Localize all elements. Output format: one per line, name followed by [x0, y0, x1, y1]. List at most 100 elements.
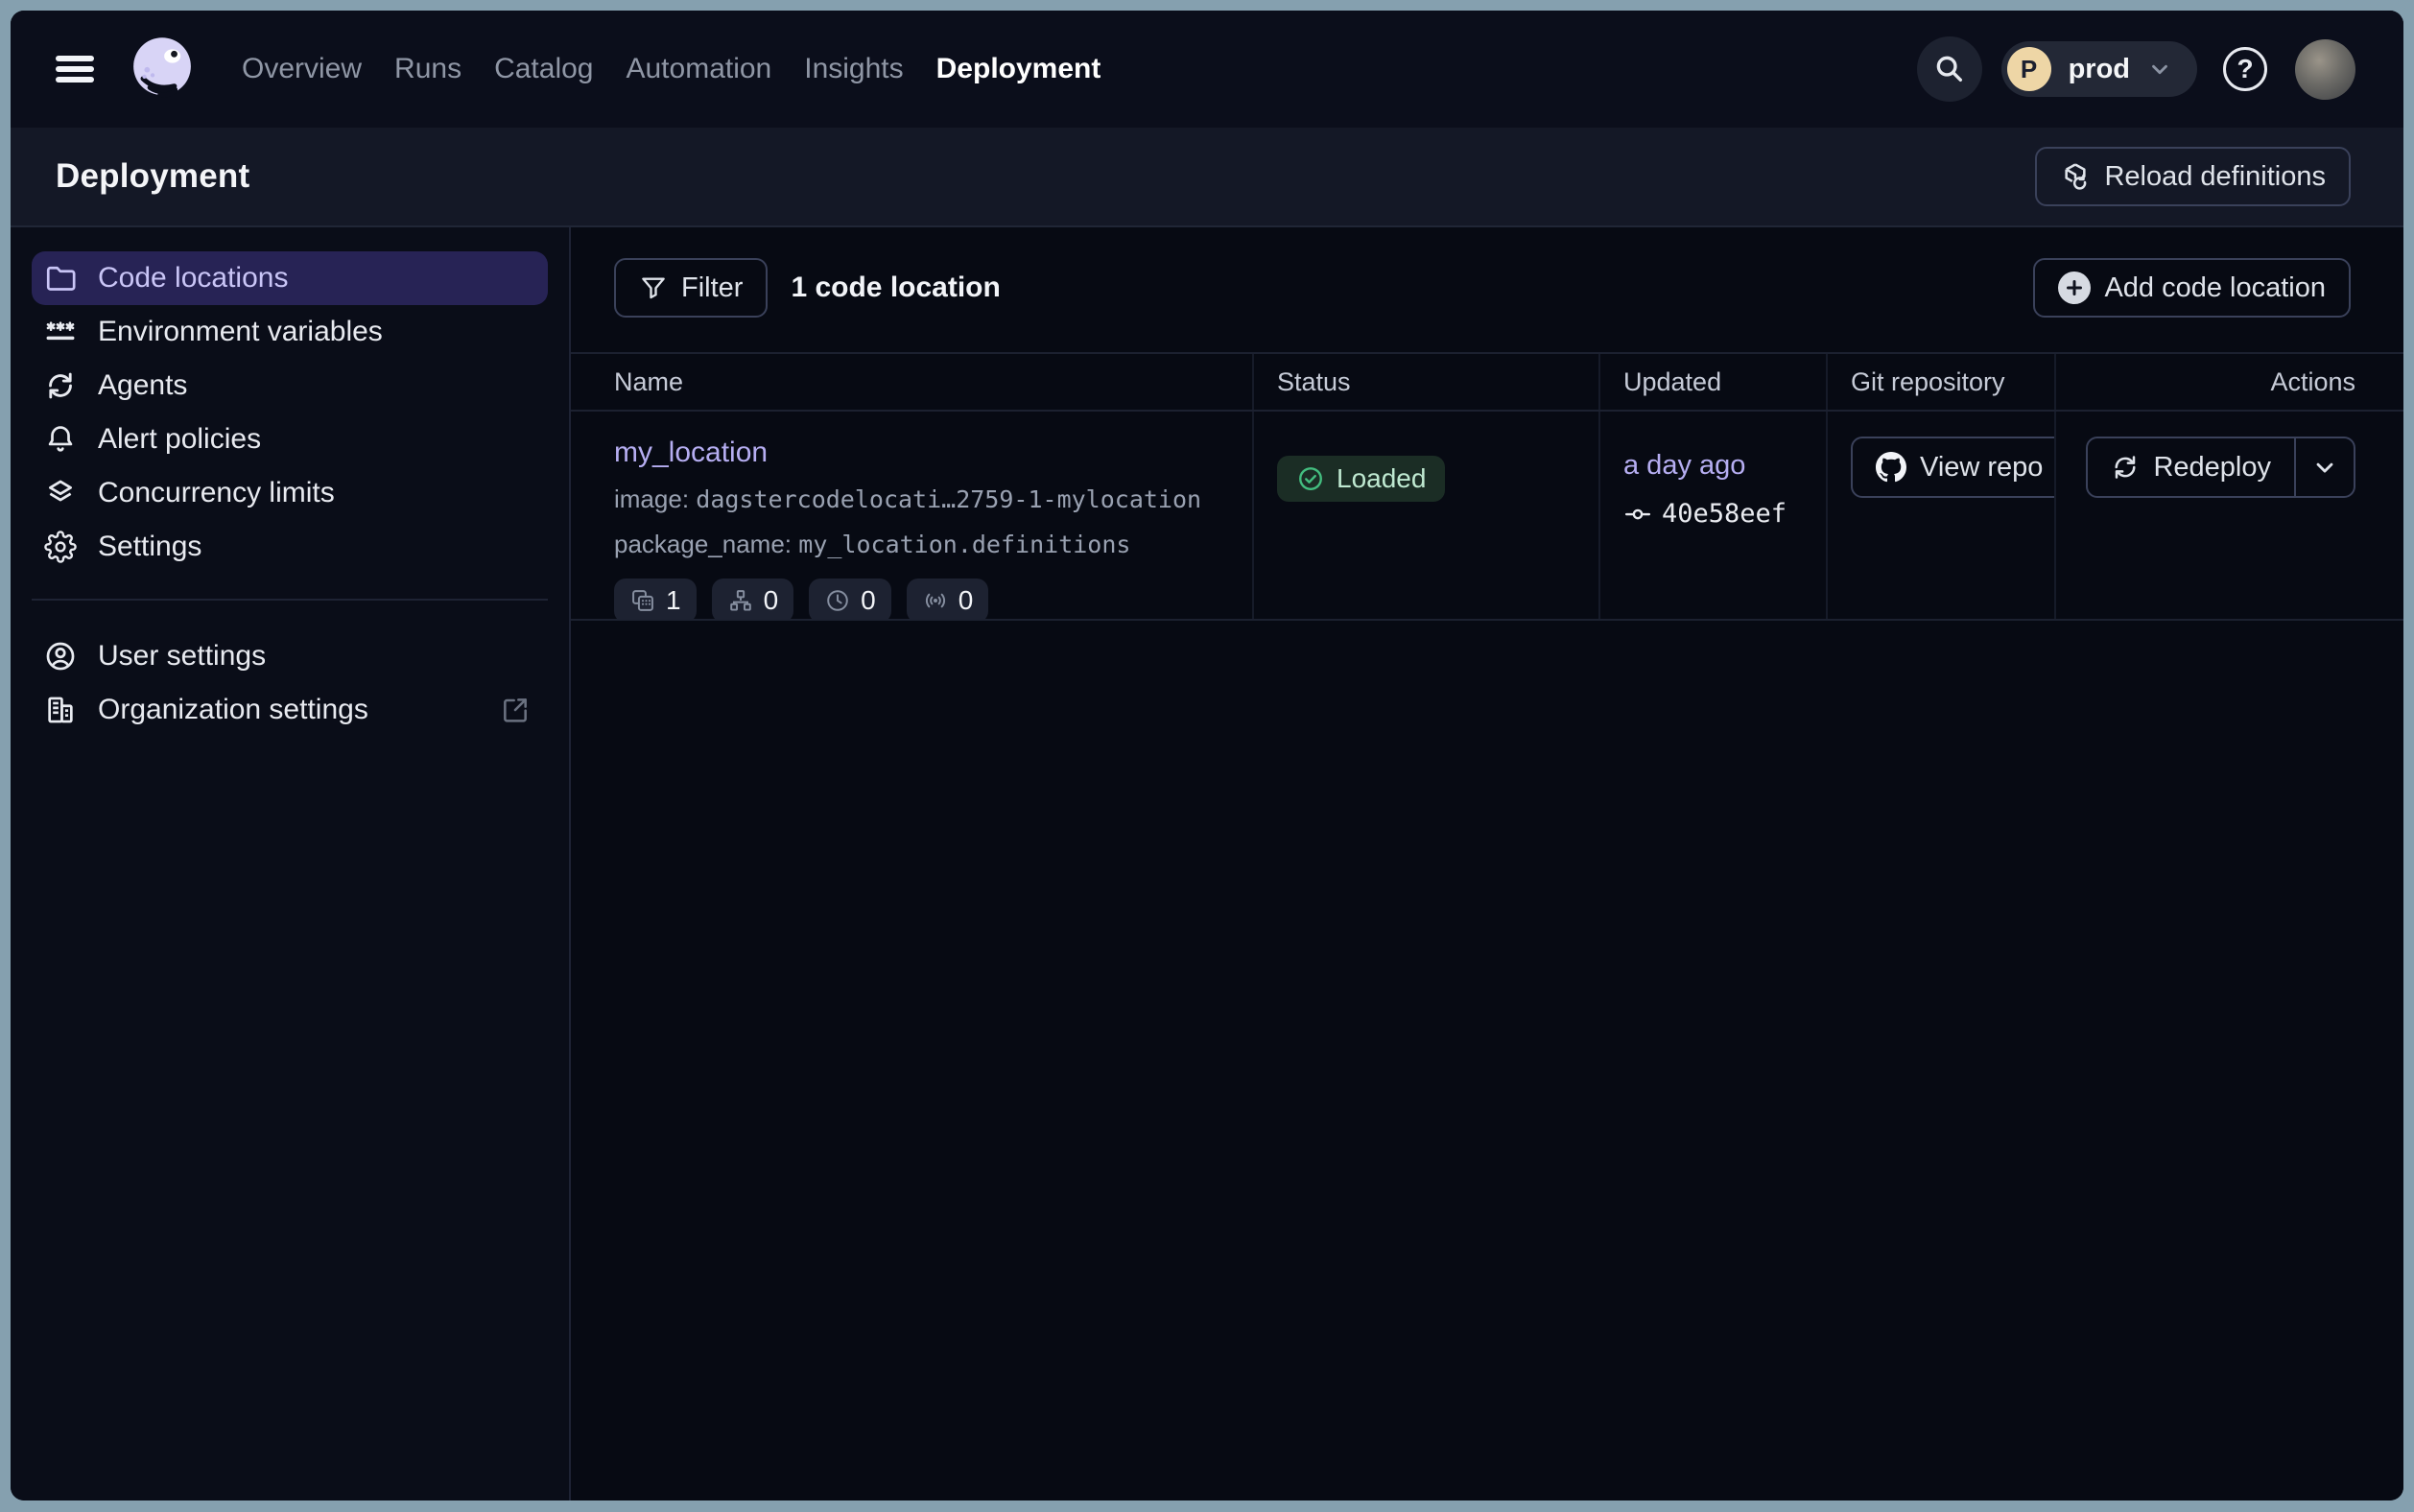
table-header-row: Name Status Updated Git repository Actio… — [571, 352, 2403, 412]
schedules-count-badge: 0 — [809, 579, 891, 619]
search-icon — [1933, 53, 1966, 85]
nav-insights[interactable]: Insights — [804, 53, 903, 85]
reload-definitions-label: Reload definitions — [2104, 161, 2326, 193]
redeploy-more-button[interactable] — [2294, 438, 2354, 496]
add-code-location-label: Add code location — [2104, 272, 2326, 304]
code-locations-main: Filter 1 code location Add code location… — [571, 227, 2403, 1500]
nav-overview[interactable]: Overview — [242, 53, 362, 85]
gear-icon — [44, 531, 77, 563]
filter-icon — [639, 273, 668, 302]
plus-circle-icon — [2058, 272, 2091, 304]
top-nav: Overview Runs Catalog Automation Insight… — [11, 11, 2403, 128]
sidebar-item-label: User settings — [98, 640, 266, 673]
filter-button[interactable]: Filter — [614, 258, 768, 318]
layers-icon — [44, 477, 77, 509]
column-header-updated: Updated — [1600, 354, 1828, 410]
toolbar: Filter 1 code location Add code location — [571, 227, 2403, 318]
help-button[interactable]: ? — [2213, 36, 2278, 102]
nav-deployment[interactable]: Deployment — [936, 53, 1101, 85]
deployment-switcher[interactable]: P prod — [2001, 41, 2197, 97]
page-title: Deployment — [56, 157, 249, 196]
person-circle-icon — [44, 640, 77, 673]
redeploy-split-button: Redeploy — [2086, 437, 2355, 498]
app-window: Overview Runs Catalog Automation Insight… — [11, 11, 2403, 1500]
bell-icon — [44, 423, 77, 456]
sidebar-item-label: Organization settings — [98, 694, 368, 726]
sidebar-item-label: Concurrency limits — [98, 477, 335, 509]
chevron-down-icon — [2147, 57, 2172, 82]
code-location-link[interactable]: my_location — [614, 437, 768, 469]
updated-cell: a day ago 40e58eef — [1600, 412, 1828, 619]
git-repository-cell: View repo — [1828, 412, 2056, 619]
sensors-icon — [922, 587, 949, 614]
check-circle-icon — [1296, 464, 1325, 493]
dagster-logo-icon[interactable] — [127, 34, 198, 105]
top-nav-right: P prod ? — [1917, 36, 2355, 102]
redeploy-icon — [2111, 453, 2140, 482]
status-cell: Loaded — [1254, 412, 1600, 619]
sync-icon — [44, 369, 77, 402]
name-cell: my_location image: dagstercodelocati…275… — [571, 412, 1254, 619]
reload-definitions-icon — [2060, 161, 2091, 192]
search-button[interactable] — [1917, 36, 1982, 102]
sidebar-item-settings[interactable]: Settings — [32, 520, 548, 574]
view-repo-label: View repo — [1920, 452, 2043, 484]
column-header-status: Status — [1254, 354, 1600, 410]
sidebar-item-label: Alert policies — [98, 423, 261, 456]
actions-cell: Redeploy — [2056, 412, 2403, 619]
redeploy-button[interactable]: Redeploy — [2088, 438, 2294, 496]
folder-icon — [44, 262, 77, 295]
page-header: Deployment Reload definitions — [11, 128, 2403, 227]
column-header-git-repository: Git repository — [1828, 354, 2056, 410]
column-header-name: Name — [571, 354, 1254, 410]
add-code-location-button[interactable]: Add code location — [2033, 258, 2351, 318]
chevron-down-icon — [2311, 454, 2338, 481]
github-icon — [1876, 452, 1906, 483]
primary-nav: Overview Runs Catalog Automation Insight… — [242, 53, 1100, 85]
image-meta: image: dagstercodelocati…2759-1-mylocati… — [614, 484, 1229, 514]
commit-hash: 40e58eef — [1662, 499, 1787, 529]
redeploy-label: Redeploy — [2153, 452, 2271, 484]
deployment-avatar: P — [2007, 47, 2051, 91]
package-meta: package_name: my_location.definitions — [614, 530, 1229, 559]
sidebar-item-environment-variables[interactable]: Environment variables — [32, 305, 548, 359]
nav-runs[interactable]: Runs — [394, 53, 462, 85]
deployment-sidebar: Code locations Environment variables — [11, 227, 571, 1500]
sidebar-item-organization-settings[interactable]: Organization settings — [32, 683, 548, 737]
updated-time-link[interactable]: a day ago — [1623, 450, 1745, 482]
sidebar-divider — [32, 599, 548, 601]
jobs-icon — [629, 587, 656, 614]
commit-line: 40e58eef — [1623, 499, 1803, 529]
env-vars-icon — [44, 316, 77, 348]
graphs-count-badge: 0 — [712, 579, 794, 619]
sidebar-item-agents[interactable]: Agents — [32, 359, 548, 413]
sidebar-item-concurrency-limits[interactable]: Concurrency limits — [32, 466, 548, 520]
code-location-count: 1 code location — [791, 272, 1000, 304]
status-label: Loaded — [1337, 463, 1426, 494]
sidebar-item-label: Settings — [98, 531, 201, 563]
view-repo-button[interactable]: View repo — [1851, 437, 2056, 498]
sidebar-item-code-locations[interactable]: Code locations — [32, 251, 548, 305]
building-icon — [44, 694, 77, 726]
sidebar-item-user-settings[interactable]: User settings — [32, 629, 548, 683]
definition-count-badges: 1 0 — [614, 579, 1229, 619]
status-badge: Loaded — [1277, 456, 1445, 502]
git-commit-icon — [1623, 500, 1652, 529]
menu-icon[interactable] — [56, 56, 94, 83]
deployment-name: prod — [2069, 54, 2130, 85]
jobs-count-badge: 1 — [614, 579, 697, 619]
nav-catalog[interactable]: Catalog — [494, 53, 593, 85]
nav-automation[interactable]: Automation — [626, 53, 771, 85]
sidebar-item-alert-policies[interactable]: Alert policies — [32, 413, 548, 466]
graphs-icon — [727, 587, 754, 614]
sidebar-item-label: Code locations — [98, 262, 288, 295]
sidebar-item-label: Environment variables — [98, 316, 383, 348]
sensors-count-badge: 0 — [907, 579, 989, 619]
column-header-actions: Actions — [2056, 354, 2403, 410]
package-value: my_location.definitions — [798, 531, 1130, 558]
user-avatar[interactable] — [2295, 39, 2355, 100]
code-locations-table: Name Status Updated Git repository Actio… — [571, 352, 2403, 621]
reload-definitions-button[interactable]: Reload definitions — [2035, 147, 2351, 206]
table-row: my_location image: dagstercodelocati…275… — [571, 412, 2403, 621]
image-value: dagstercodelocati…2759-1-mylocation — [696, 485, 1201, 513]
